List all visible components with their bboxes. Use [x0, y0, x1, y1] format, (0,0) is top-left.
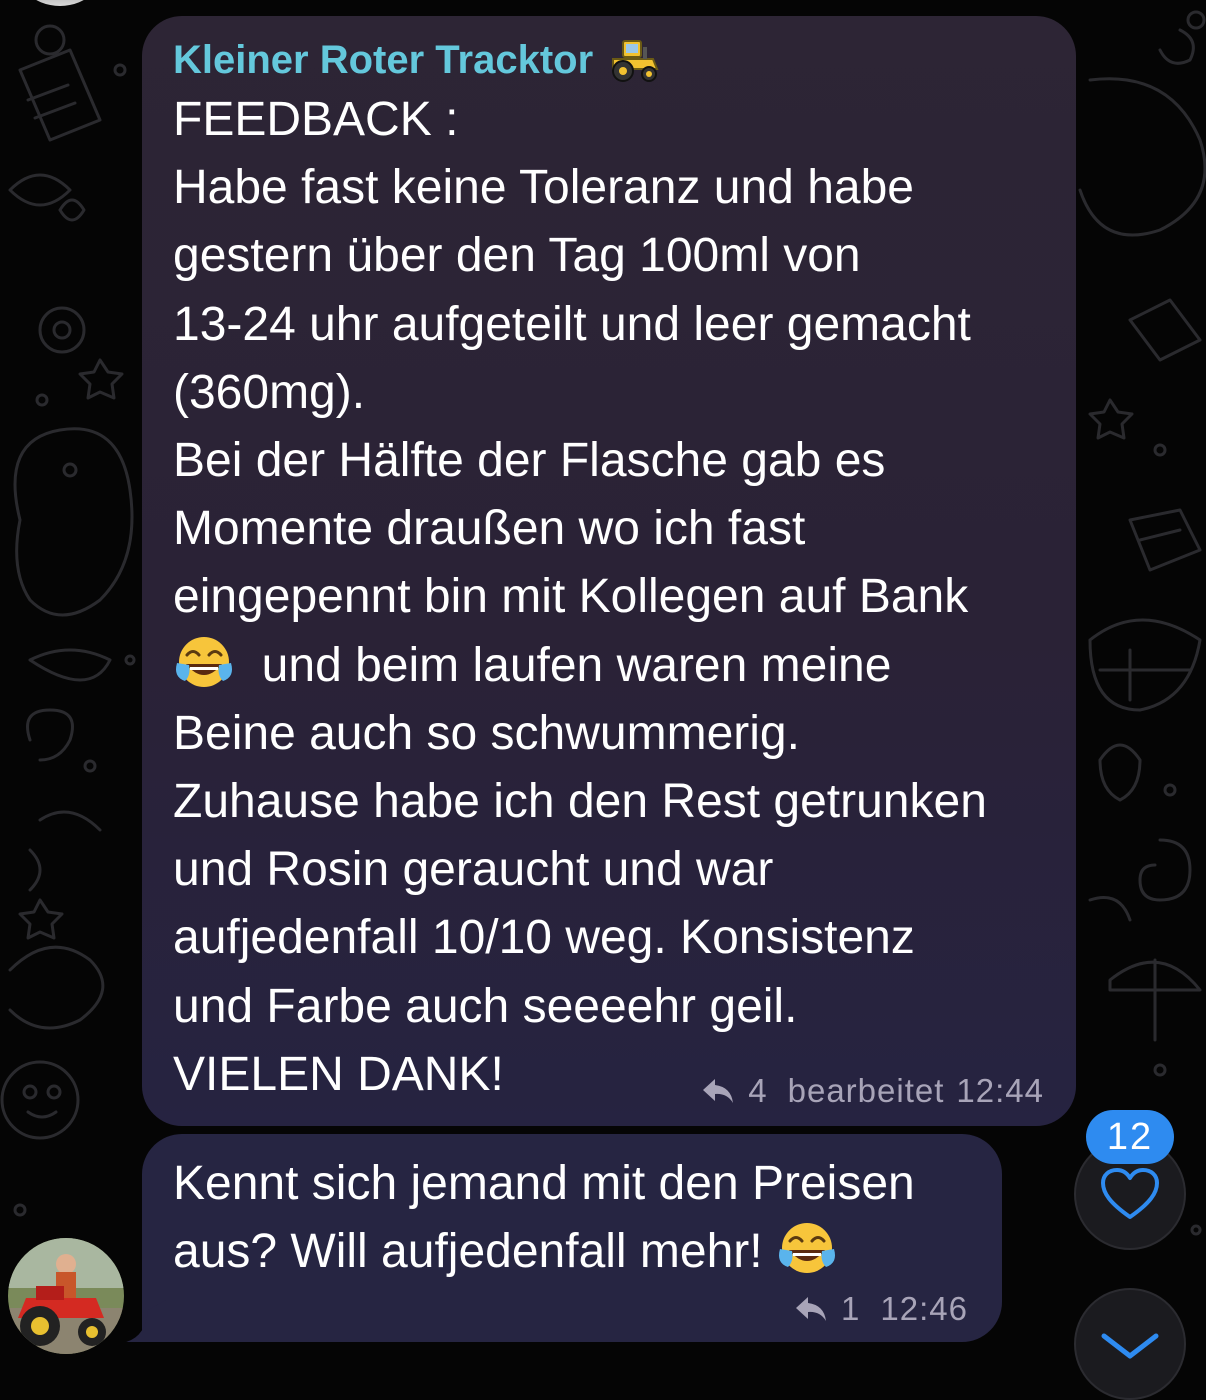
sender-name[interactable]: Kleiner Roter Tracktor	[173, 38, 593, 83]
reply-icon[interactable]	[793, 1293, 829, 1325]
message-text-part-1: FEEDBACK : Habe fast keine Toleranz und …	[173, 93, 971, 624]
bubble-tail	[126, 1300, 166, 1342]
message-bubble[interactable]: Kleiner Roter Tracktor FEEDBACK : Habe f…	[142, 16, 1076, 1126]
message-time: 12:44	[956, 1072, 1044, 1109]
heart-icon	[1101, 1168, 1159, 1219]
face-with-tears-of-joy-emoji	[176, 636, 232, 687]
reply-icon[interactable]	[700, 1075, 736, 1107]
message-bubble[interactable]: Kennt sich jemand mit den Preisen aus? W…	[142, 1134, 1002, 1342]
message-text: FEEDBACK : Habe fast keine Toleranz und …	[173, 86, 1046, 1109]
scroll-down-button[interactable]	[1074, 1288, 1186, 1400]
message-text-part-2: und beim laufen waren meine Beine auch s…	[173, 638, 987, 1101]
face-with-tears-of-joy-emoji	[778, 1223, 835, 1274]
message-meta: 4 bearbeitet 12:44	[700, 1072, 1044, 1110]
message-text: Kennt sich jemand mit den Preisen aus? W…	[173, 1150, 972, 1286]
reply-count[interactable]: 4	[748, 1072, 767, 1110]
avatar-image	[8, 1238, 124, 1354]
edited-label: bearbeitet	[787, 1072, 945, 1109]
message-meta: 1 12:46	[793, 1290, 968, 1328]
tractor-emoji	[612, 40, 659, 82]
avatar[interactable]	[8, 1238, 124, 1354]
previous-avatar[interactable]	[10, 0, 110, 6]
reply-count[interactable]: 1	[841, 1290, 860, 1328]
sender-name-row: Kleiner Roter Tracktor	[173, 34, 1046, 86]
chevron-down-icon	[1101, 1333, 1159, 1359]
message-time: 12:46	[880, 1290, 968, 1327]
reactions-count-badge: 12	[1086, 1110, 1174, 1164]
